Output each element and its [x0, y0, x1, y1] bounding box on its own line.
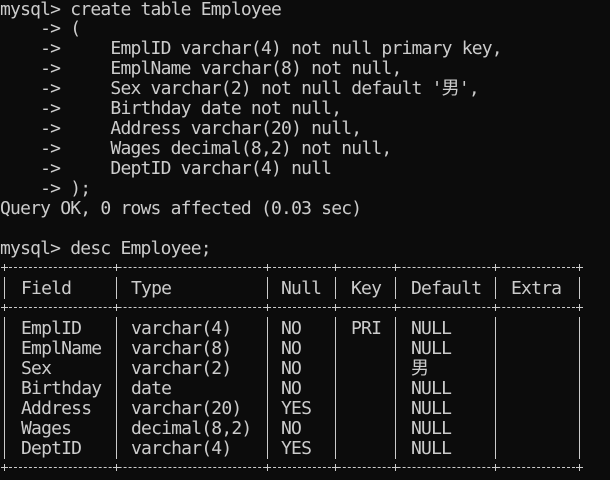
- table-joint: [264, 264, 271, 271]
- column-separator: [395, 317, 396, 459]
- cell-key: PRI: [351, 318, 382, 339]
- cell-default: 男: [411, 358, 429, 379]
- cell-default: NULL: [411, 438, 452, 459]
- column-separator: [116, 317, 117, 459]
- table-joint: [332, 264, 339, 271]
- table-joint: [1, 264, 8, 271]
- create-line-2: -> (: [0, 18, 81, 39]
- table-joint: [264, 464, 271, 471]
- cell-field: Wages: [21, 418, 72, 439]
- column-separator: [395, 277, 396, 299]
- table-joint: [492, 264, 499, 271]
- column-header-null: Null: [281, 278, 322, 299]
- create-line-10: -> );: [0, 178, 91, 199]
- column-separator: [579, 277, 580, 299]
- table-joint: [576, 464, 583, 471]
- create-line-7: -> Address varchar(20) null,: [0, 118, 362, 139]
- table-joint: [492, 464, 499, 471]
- cell-null: NO: [281, 338, 302, 359]
- cell-default: NULL: [411, 318, 452, 339]
- create-line-8: -> Wages decimal(8,2) not null,: [0, 138, 392, 159]
- column-header-type: Type: [131, 278, 172, 299]
- cell-default: NULL: [411, 398, 452, 419]
- table-joint: [113, 464, 120, 471]
- table-joint: [576, 264, 583, 271]
- table-joint: [1, 464, 8, 471]
- table-joint: [492, 304, 499, 311]
- cell-type: date: [131, 378, 172, 399]
- create-line-3: -> EmplID varchar(4) not null primary ke…: [0, 38, 503, 59]
- cell-type: varchar(4): [131, 438, 232, 459]
- cell-default: NULL: [411, 338, 452, 359]
- column-separator: [4, 277, 5, 299]
- table-joint: [332, 304, 339, 311]
- cell-null: NO: [281, 358, 302, 379]
- table-joint: [113, 264, 120, 271]
- cell-default: NULL: [411, 378, 452, 399]
- column-separator: [4, 317, 5, 459]
- cell-type: varchar(8): [131, 338, 232, 359]
- cell-type: varchar(20): [131, 398, 242, 419]
- column-separator: [495, 277, 496, 299]
- create-line-4: -> EmplName varchar(8) not null,: [0, 58, 402, 79]
- column-separator: [579, 317, 580, 459]
- create-line-1: mysql> create table Employee: [0, 0, 282, 20]
- table-joint: [332, 464, 339, 471]
- query-result-line: Query OK, 0 rows affected (0.03 sec): [0, 198, 362, 219]
- table-joint: [1, 304, 8, 311]
- column-separator: [495, 317, 496, 459]
- column-header-key: Key: [351, 278, 382, 299]
- table-joint: [392, 264, 399, 271]
- table-joint: [392, 464, 399, 471]
- cell-default: NULL: [411, 418, 452, 439]
- create-line-9: -> DeptID varchar(4) null: [0, 158, 332, 179]
- cell-type: varchar(4): [131, 318, 232, 339]
- column-separator: [335, 277, 336, 299]
- cell-field: DeptID: [21, 438, 82, 459]
- cell-type: decimal(8,2): [131, 418, 252, 439]
- cell-field: EmplName: [21, 338, 102, 359]
- terminal-window[interactable]: mysql> create table Employee -> ( -> Emp…: [0, 0, 610, 480]
- cell-null: NO: [281, 418, 302, 439]
- cell-null: YES: [281, 438, 312, 459]
- column-header-field: Field: [21, 278, 72, 299]
- column-separator: [335, 317, 336, 459]
- column-separator: [116, 277, 117, 299]
- cell-field: Birthday: [21, 378, 102, 399]
- create-line-5: -> Sex varchar(2) not null default '男',: [0, 78, 480, 99]
- table-joint: [113, 304, 120, 311]
- cell-field: Sex: [21, 358, 52, 379]
- table-joint: [264, 304, 271, 311]
- column-header-default: Default: [411, 278, 482, 299]
- cell-field: Address: [21, 398, 92, 419]
- table-joint: [392, 304, 399, 311]
- cell-null: NO: [281, 318, 302, 339]
- column-separator: [267, 317, 268, 459]
- cell-null: YES: [281, 398, 312, 419]
- desc-command-line: mysql> desc Employee;: [0, 238, 212, 259]
- cell-type: varchar(2): [131, 358, 232, 379]
- create-line-6: -> Birthday date not null,: [0, 98, 342, 119]
- cell-field: EmplID: [21, 318, 82, 339]
- column-header-extra: Extra: [511, 278, 562, 299]
- cell-null: NO: [281, 378, 302, 399]
- column-separator: [267, 277, 268, 299]
- table-joint: [576, 304, 583, 311]
